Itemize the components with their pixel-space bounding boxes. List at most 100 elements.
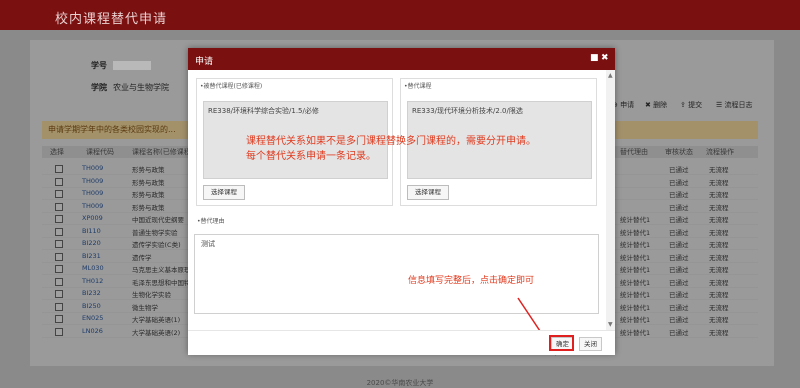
row-checkbox[interactable]: [55, 265, 63, 273]
student-id: 学号: [91, 60, 151, 71]
row-checkbox[interactable]: [55, 315, 63, 323]
toolbar: ⊕ 申请 ✖ 删除 ⇪ 提交 ☰ 流程日志: [612, 100, 762, 112]
modal-scrollbar[interactable]: ▲ ▼: [606, 70, 615, 330]
close-button[interactable]: 关闭: [579, 337, 602, 351]
maximize-icon[interactable]: ■: [590, 53, 599, 63]
college-label: 学院: [91, 83, 107, 92]
row-op[interactable]: 无流程: [709, 289, 729, 299]
student-id-redacted: [113, 61, 151, 70]
submit-button[interactable]: ⇪ 提交: [680, 100, 702, 110]
row-checkbox[interactable]: [55, 277, 63, 286]
row-status: 已通过: [669, 278, 689, 287]
row-checkbox[interactable]: [55, 190, 63, 198]
row-op[interactable]: 无流程: [709, 227, 729, 237]
row-name: 大学基础英语(1): [132, 316, 181, 324]
row-reason: 统计替代1: [620, 303, 651, 312]
row-checkbox[interactable]: [55, 215, 63, 223]
row-op[interactable]: 无流程: [709, 177, 729, 187]
row-reason: 统计替代1: [620, 216, 651, 224]
row-op[interactable]: 无流程: [709, 264, 729, 274]
row-reason: 统计替代1: [620, 278, 651, 287]
row-reason: 统计替代1: [620, 291, 651, 299]
row-code[interactable]: BI250: [82, 302, 101, 310]
row-name: 大学基础英语(2): [132, 328, 181, 337]
row-reason: 统计替代1: [620, 228, 651, 237]
row-name: 形势与政策: [132, 178, 165, 187]
th-code: 课程代码: [86, 148, 114, 156]
college-value: 农业与生物学院: [113, 83, 169, 92]
row-op[interactable]: 无流程: [709, 314, 729, 324]
row-reason: 统计替代1: [620, 266, 651, 274]
row-code[interactable]: BI231: [82, 252, 101, 260]
row-name: 形势与政策: [132, 191, 165, 199]
row-op[interactable]: 无流程: [709, 277, 729, 287]
row-code[interactable]: BI110: [82, 227, 101, 235]
th-reason: 替代理由: [620, 148, 648, 156]
row-code[interactable]: TH009: [82, 164, 103, 172]
row-name: 遗传学: [132, 253, 152, 262]
row-code[interactable]: TH009: [82, 189, 103, 197]
flow-log-button[interactable]: ☰ 流程日志: [716, 100, 753, 110]
row-status: 已通过: [669, 303, 689, 312]
row-status: 已通过: [669, 178, 689, 187]
row-op[interactable]: 无流程: [709, 202, 729, 212]
row-checkbox[interactable]: [55, 177, 63, 186]
row-op[interactable]: 无流程: [709, 164, 729, 174]
row-code[interactable]: EN025: [82, 314, 103, 322]
row-status: 已通过: [669, 203, 689, 212]
row-status: 已通过: [669, 166, 689, 174]
row-reason: 统计替代1: [620, 316, 651, 324]
th-select: 选择: [50, 148, 64, 156]
row-checkbox[interactable]: [55, 240, 63, 248]
row-name: 形势与政策: [132, 203, 165, 212]
row-code[interactable]: XP009: [82, 214, 103, 222]
row-status: 已通过: [669, 253, 689, 262]
row-code[interactable]: LN026: [82, 327, 103, 335]
row-code[interactable]: ML030: [82, 264, 104, 272]
row-code[interactable]: TH012: [82, 277, 103, 285]
row-status: 已通过: [669, 316, 689, 324]
modal-title: 申请: [195, 57, 214, 67]
row-name: 生物化学实验: [132, 291, 171, 299]
scroll-down-icon[interactable]: ▼: [608, 321, 613, 328]
row-op[interactable]: 无流程: [709, 239, 729, 249]
row-code[interactable]: TH009: [82, 177, 103, 185]
row-op[interactable]: 无流程: [709, 327, 729, 337]
th-status: 审核状态: [665, 148, 693, 156]
row-code[interactable]: BI220: [82, 239, 101, 247]
row-name: 微生物学: [132, 303, 158, 312]
row-status: 已通过: [669, 191, 689, 199]
row-code[interactable]: BI232: [82, 289, 101, 297]
th-name: 课程名称(已修课程): [132, 148, 194, 156]
student-college: 学院 农业与生物学院: [91, 82, 169, 93]
top-bar: 校内课程替代申请: [0, 0, 800, 30]
row-checkbox[interactable]: [55, 327, 63, 336]
row-checkbox[interactable]: [55, 165, 63, 173]
close-icon[interactable]: ✖: [601, 53, 609, 63]
delete-button[interactable]: ✖ 删除: [645, 100, 667, 110]
footer: 2020©华南农业大学: [366, 379, 434, 387]
row-op[interactable]: 无流程: [709, 252, 729, 262]
row-op[interactable]: 无流程: [709, 214, 729, 224]
row-checkbox[interactable]: [55, 252, 63, 261]
apply-button[interactable]: ⊕ 申请: [612, 100, 634, 110]
row-code[interactable]: TH009: [82, 202, 103, 210]
confirm-highlight: [549, 335, 574, 351]
apply-modal: 申请 ■ ✖ •被替代课程(已修课程) RE338/环境科学综合实验/1.5/必…: [188, 48, 615, 356]
row-op[interactable]: 无流程: [709, 302, 729, 312]
row-checkbox[interactable]: [55, 290, 63, 298]
row-checkbox[interactable]: [55, 202, 63, 211]
app-title: 校内课程替代申请: [55, 12, 168, 27]
row-checkbox[interactable]: [55, 227, 63, 236]
row-status: 已通过: [669, 266, 689, 274]
student-id-label: 学号: [91, 61, 107, 70]
row-op[interactable]: 无流程: [709, 189, 729, 199]
th-op: 流程操作: [706, 148, 734, 156]
scroll-up-icon[interactable]: ▲: [608, 72, 613, 79]
row-checkbox[interactable]: [55, 302, 63, 311]
row-status: 已通过: [669, 241, 689, 249]
modal-body: •被替代课程(已修课程) RE338/环境科学综合实验/1.5/必修 选择课程 …: [188, 70, 606, 356]
row-name: 遗传学实验(C类): [132, 241, 181, 249]
row-name: 形势与政策: [132, 166, 165, 174]
row-status: 已通过: [669, 228, 689, 237]
